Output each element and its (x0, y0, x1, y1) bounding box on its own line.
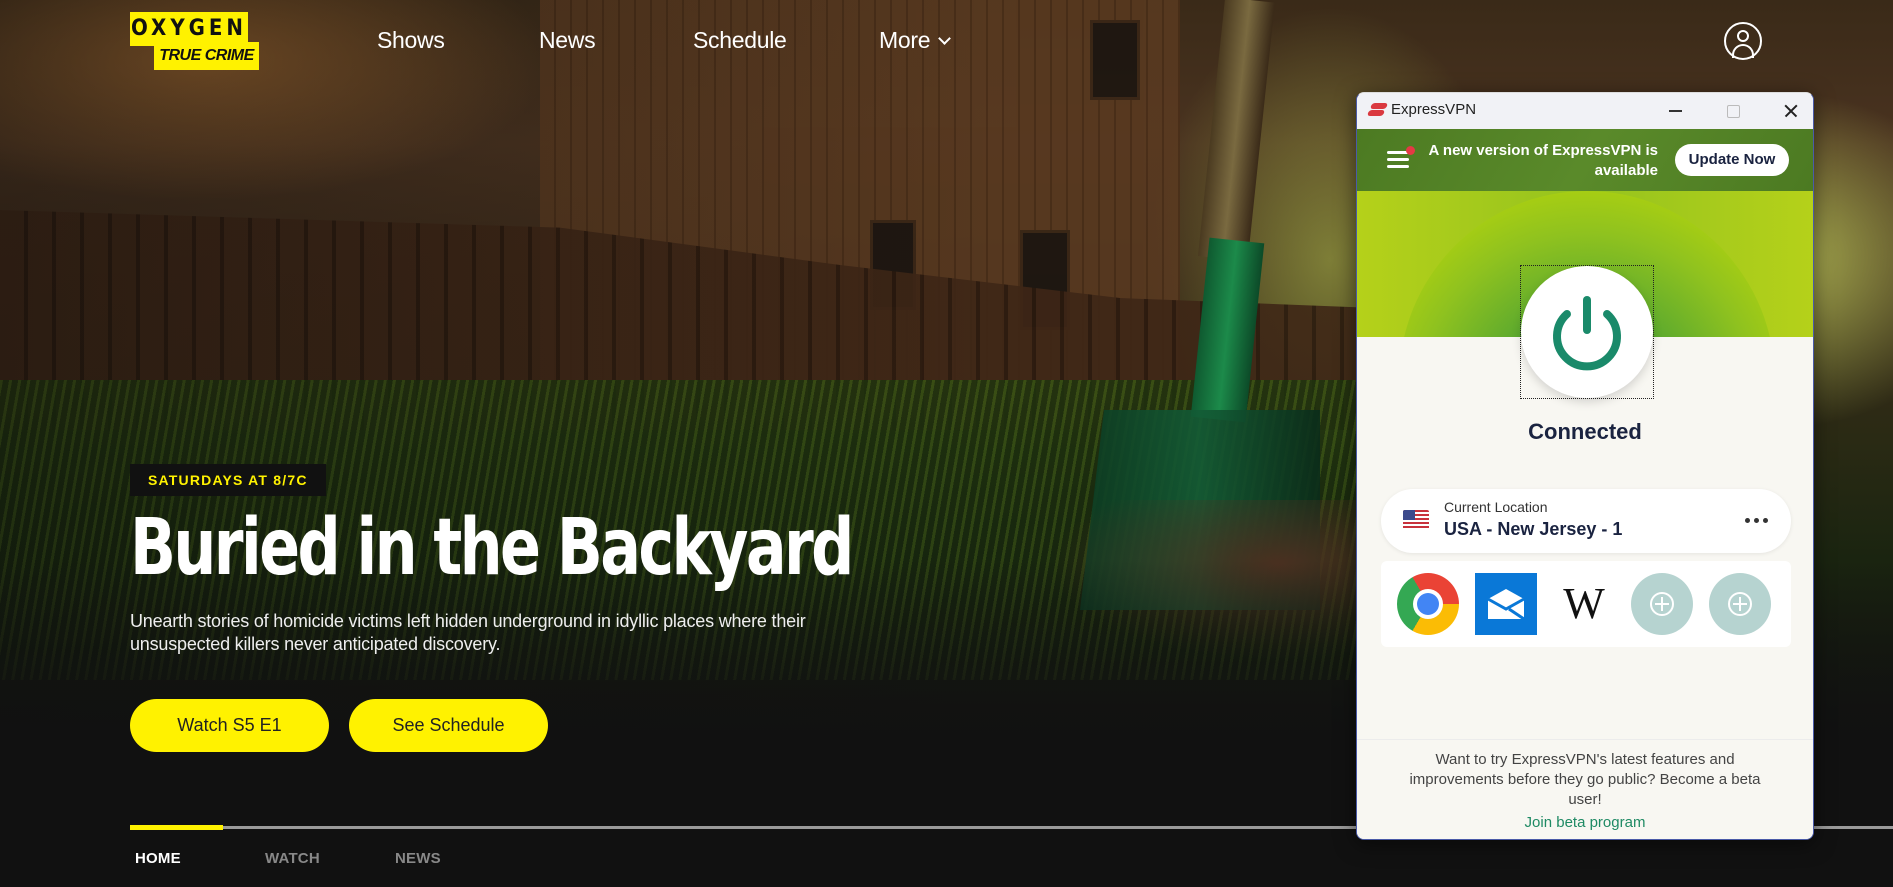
show-title: Buried in the Backyard (130, 503, 854, 593)
power-button[interactable] (1521, 266, 1653, 398)
tab-watch[interactable]: WATCH (265, 850, 320, 867)
add-shortcut-icon[interactable] (1631, 573, 1693, 635)
tab-home[interactable]: HOME (135, 850, 181, 867)
nav-schedule[interactable]: Schedule (693, 20, 787, 60)
chevron-down-icon (938, 32, 952, 45)
location-value: USA - New Jersey - 1 (1444, 519, 1623, 539)
nav-news[interactable]: News (539, 20, 596, 60)
update-banner: A new version of ExpressVPN is available… (1357, 129, 1813, 191)
update-message: A new version of ExpressVPN is available (1428, 142, 1658, 179)
user-circle-icon[interactable] (1724, 22, 1762, 60)
more-options-icon[interactable] (1745, 511, 1769, 529)
user-body (1732, 44, 1754, 58)
power-icon (1553, 296, 1621, 371)
connection-status: Connected (1528, 419, 1642, 444)
nav-more[interactable]: More (879, 20, 952, 60)
user-head (1737, 30, 1749, 42)
shovel-handle (1197, 0, 1275, 262)
nav-shows[interactable]: Shows (377, 20, 445, 60)
expressvpn-window: ExpressVPN A new version of ExpressVPN i… (1356, 92, 1814, 840)
add-shortcut-icon[interactable] (1709, 573, 1771, 635)
envelope-glyph (1487, 589, 1525, 621)
airtime-badge: SATURDAYS AT 8/7C (130, 464, 326, 496)
wikipedia-icon[interactable]: W (1553, 573, 1615, 635)
house-window (1090, 20, 1140, 100)
watch-episode-button[interactable]: Watch S5 E1 (130, 699, 329, 752)
update-now-button[interactable]: Update Now (1675, 144, 1789, 176)
join-beta-link[interactable]: Join beta program (1525, 814, 1646, 831)
mail-icon[interactable] (1475, 573, 1537, 635)
logo-text-true-crime: TRUE CRIME (154, 42, 259, 70)
logo-text-oxygen: OXYGEN (130, 12, 248, 46)
tab-news[interactable]: NEWS (395, 850, 441, 867)
beta-program-section: Want to try ExpressVPN's latest features… (1357, 739, 1813, 839)
chrome-icon[interactable] (1397, 573, 1459, 635)
hamburger-menu-icon[interactable] (1387, 146, 1415, 169)
location-selector[interactable]: Current Location USA - New Jersey - 1 (1381, 489, 1791, 553)
see-schedule-button[interactable]: See Schedule (349, 699, 548, 752)
window-titlebar[interactable]: ExpressVPN (1357, 93, 1813, 129)
show-description: Unearth stories of homicide victims left… (130, 611, 806, 654)
maximize-button[interactable] (1709, 93, 1755, 129)
nav-more-label: More (879, 27, 931, 53)
app-shortcuts: W (1381, 561, 1791, 647)
window-title: ExpressVPN (1391, 101, 1477, 118)
location-label: Current Location (1444, 499, 1548, 515)
page: OXYGEN TRUE CRIME Shows News Schedule Mo… (0, 0, 1893, 887)
notification-dot (1406, 146, 1415, 155)
power-button-focus-ring (1520, 265, 1654, 399)
us-flag-icon (1403, 510, 1429, 530)
close-button[interactable] (1767, 93, 1813, 129)
minimize-button[interactable] (1651, 93, 1697, 129)
expressvpn-logo-icon (1366, 102, 1389, 118)
section-progress-fill (130, 825, 224, 830)
oxygen-logo[interactable]: OXYGEN TRUE CRIME (130, 12, 260, 70)
beta-description: Want to try ExpressVPN's latest features… (1409, 751, 1761, 808)
